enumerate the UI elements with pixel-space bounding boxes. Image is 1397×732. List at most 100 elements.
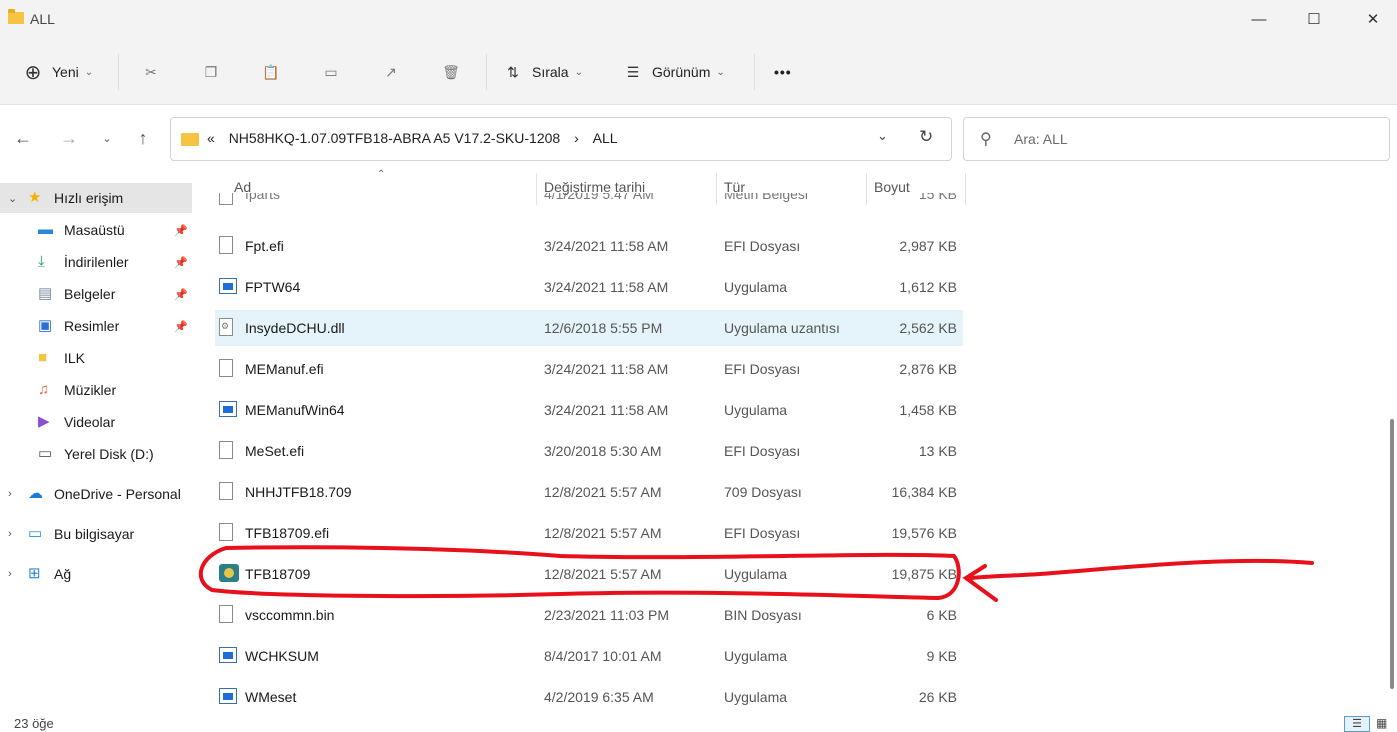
chevron-down-icon[interactable]: ⌄ bbox=[8, 192, 17, 205]
view-button[interactable]: ☰ Görünüm ⌄ bbox=[622, 52, 725, 92]
rename-button[interactable]: ▭ bbox=[320, 52, 342, 92]
cloud-icon: ☁ bbox=[28, 485, 43, 502]
file-row[interactable]: WMeset 4/2/2019 6:35 AM Uygulama 26 KB bbox=[215, 679, 963, 714]
close-button[interactable]: ✕ bbox=[1350, 4, 1396, 34]
file-date: 12/6/2018 5:55 PM bbox=[544, 320, 663, 336]
pin-icon: 📌 bbox=[174, 288, 188, 301]
refresh-icon[interactable]: ↻ bbox=[919, 127, 933, 147]
copy-button[interactable]: ❐ bbox=[200, 52, 222, 92]
recent-chevron-icon[interactable]: ⌄ bbox=[94, 125, 120, 151]
sidebar-item[interactable]: › ⊞ Ağ bbox=[0, 559, 192, 589]
sidebar-item[interactable]: ▶ Videolar bbox=[0, 407, 192, 437]
sidebar-item[interactable]: ▤ Belgeler 📌 bbox=[0, 279, 192, 309]
maximize-button[interactable]: ☐ bbox=[1291, 4, 1337, 34]
paste-button[interactable]: 📋 bbox=[260, 52, 282, 92]
file-type: 709 Dosyası bbox=[724, 484, 802, 500]
up-arrow-icon[interactable]: ↑ bbox=[130, 125, 156, 151]
minimize-button[interactable]: — bbox=[1236, 4, 1282, 34]
new-button[interactable]: ⊕ Yeni ⌄ bbox=[22, 52, 94, 92]
file-date: 3/24/2021 11:58 AM bbox=[544, 279, 669, 295]
more-button[interactable]: ••• bbox=[774, 52, 792, 92]
breadcrumb[interactable]: « NH58HKQ-1.07.09TFB18-ABRA A5 V17.2-SKU… bbox=[207, 130, 618, 146]
share-icon: ↗ bbox=[385, 63, 397, 80]
file-row[interactable]: NHHJTFB18.709 12/8/2021 5:57 AM 709 Dosyas… bbox=[215, 474, 963, 510]
status-bar: 23 öğe ☰ ▦ bbox=[0, 714, 1397, 732]
file-type: Uygulama bbox=[724, 279, 788, 295]
sidebar-item[interactable]: ♫ Müzikler bbox=[0, 375, 192, 405]
file-date: 8/4/2017 10:01 AM bbox=[544, 648, 662, 664]
computer-icon: ▭ bbox=[28, 525, 43, 542]
sort-icon: ⇅ bbox=[507, 63, 519, 80]
view-label: Görünüm bbox=[652, 64, 711, 80]
download-icon: ⤓ bbox=[38, 253, 45, 270]
file-date: 3/24/2021 11:58 AM bbox=[544, 361, 669, 377]
file-row[interactable]: MeSet.efi 3/20/2018 5:30 AM EFI Dosyası 13 … bbox=[215, 433, 963, 469]
sidebar-item-label: Ağ bbox=[54, 566, 72, 582]
folder-icon bbox=[181, 133, 199, 146]
file-row[interactable]: TFB18709 12/8/2021 5:57 AM Uygulama 19,875 … bbox=[215, 556, 963, 592]
file-row[interactable]: WCHKSUM 8/4/2017 10:01 AM Uygulama 9 KB bbox=[215, 638, 963, 674]
chevron-down-icon: ⌄ bbox=[574, 66, 583, 78]
dll-icon bbox=[219, 318, 233, 336]
file-name: vsccommn.bin bbox=[245, 607, 335, 623]
item-count: 23 öğe bbox=[14, 716, 54, 731]
breadcrumb-parent[interactable]: NH58HKQ-1.07.09TFB18-ABRA A5 V17.2-SKU-1… bbox=[229, 130, 561, 146]
file-row[interactable]: TFB18709.efi 12/8/2021 5:57 AM EFI Dosyası… bbox=[215, 515, 963, 551]
file-size: 2,562 KB bbox=[899, 320, 957, 336]
file-row[interactable]: fparts 4/1/2019 5:47 AM Metin Belgesi 15 KB bbox=[215, 193, 963, 213]
address-bar[interactable]: « NH58HKQ-1.07.09TFB18-ABRA A5 V17.2-SKU… bbox=[170, 117, 952, 161]
pin-icon: 📌 bbox=[174, 224, 188, 237]
window-title: ALL bbox=[30, 11, 55, 27]
chevron-down-icon: ⌄ bbox=[716, 66, 725, 78]
sidebar-item[interactable]: › ☁ OneDrive - Personal bbox=[0, 479, 192, 509]
file-type: Uygulama bbox=[724, 566, 788, 582]
file-row[interactable]: FPTW64 3/24/2021 11:58 AM Uygulama 1,612 KB bbox=[215, 269, 963, 305]
share-button[interactable]: ↗ bbox=[380, 52, 402, 92]
address-dropdown-icon[interactable]: ⌄ bbox=[877, 128, 888, 144]
chevron-right-icon[interactable]: › bbox=[8, 568, 12, 580]
file-row[interactable]: MEManuf.efi 3/24/2021 11:58 AM EFI Dosyası… bbox=[215, 351, 963, 387]
cut-button[interactable]: ✂ bbox=[140, 52, 162, 92]
sidebar-item[interactable]: ⤓ İndirilenler 📌 bbox=[0, 247, 192, 277]
breadcrumb-overflow[interactable]: « bbox=[207, 130, 215, 146]
sort-button[interactable]: ⇅ Sırala ⌄ bbox=[502, 52, 583, 92]
sidebar-item[interactable]: ▣ Resimler 📌 bbox=[0, 311, 192, 341]
file-icon bbox=[219, 193, 233, 205]
chevron-right-icon[interactable]: › bbox=[8, 528, 12, 540]
file-name: FPTW64 bbox=[245, 279, 301, 295]
sidebar-item[interactable]: › ▭ Bu bilgisayar bbox=[0, 519, 192, 549]
sidebar-item[interactable]: ▬ Masaüstü 📌 bbox=[0, 215, 192, 245]
delete-button[interactable]: 🗑 bbox=[440, 52, 462, 92]
flash-app-icon bbox=[219, 564, 239, 582]
back-arrow-icon[interactable]: ← bbox=[10, 125, 36, 151]
sidebar-item[interactable]: ▭ Yerel Disk (D:) bbox=[0, 439, 192, 469]
file-row[interactable]: MEManufWin64 3/24/2021 11:58 AM Uygulama 1,… bbox=[215, 392, 963, 428]
breadcrumb-current[interactable]: ALL bbox=[593, 130, 618, 146]
tiles-view-icon[interactable]: ▦ bbox=[1376, 716, 1387, 730]
documents-icon: ▤ bbox=[38, 285, 53, 302]
file-row[interactable]: vsccommn.bin 2/23/2021 11:03 PM BIN Dosyas… bbox=[215, 597, 963, 633]
pin-icon: 📌 bbox=[174, 320, 188, 333]
star-icon: ★ bbox=[28, 189, 42, 206]
file-date: 3/24/2021 11:58 AM bbox=[544, 402, 669, 418]
vertical-scrollbar[interactable] bbox=[1388, 169, 1397, 714]
app-icon bbox=[219, 278, 237, 294]
file-name: WCHKSUM bbox=[245, 648, 319, 664]
sidebar-item[interactable]: ■ ILK bbox=[0, 343, 192, 373]
search-box[interactable]: ⚲ Ara: ALL bbox=[963, 117, 1390, 161]
file-size: 26 KB bbox=[918, 689, 957, 705]
file-size: 19,576 KB bbox=[891, 525, 957, 541]
scrollbar-thumb[interactable] bbox=[1390, 419, 1394, 689]
file-row[interactable]: InsydeDCHU.dll 12/6/2018 5:55 PM Uygulama … bbox=[215, 310, 963, 346]
breadcrumb-separator: › bbox=[574, 130, 579, 146]
file-icon bbox=[219, 359, 233, 377]
file-type: BIN Dosyası bbox=[724, 607, 802, 623]
file-type: EFI Dosyası bbox=[724, 361, 801, 377]
search-input[interactable]: Ara: ALL bbox=[1014, 131, 1068, 147]
chevron-right-icon[interactable]: › bbox=[8, 488, 12, 500]
sidebar-item[interactable]: ⌄ ★ Hızlı erişim bbox=[0, 183, 192, 213]
file-icon bbox=[219, 523, 233, 541]
file-name: InsydeDCHU.dll bbox=[245, 320, 345, 336]
file-row[interactable]: Fpt.efi 3/24/2021 11:58 AM EFI Dosyası 2,98… bbox=[215, 228, 963, 264]
forward-arrow-icon[interactable]: → bbox=[56, 125, 82, 151]
